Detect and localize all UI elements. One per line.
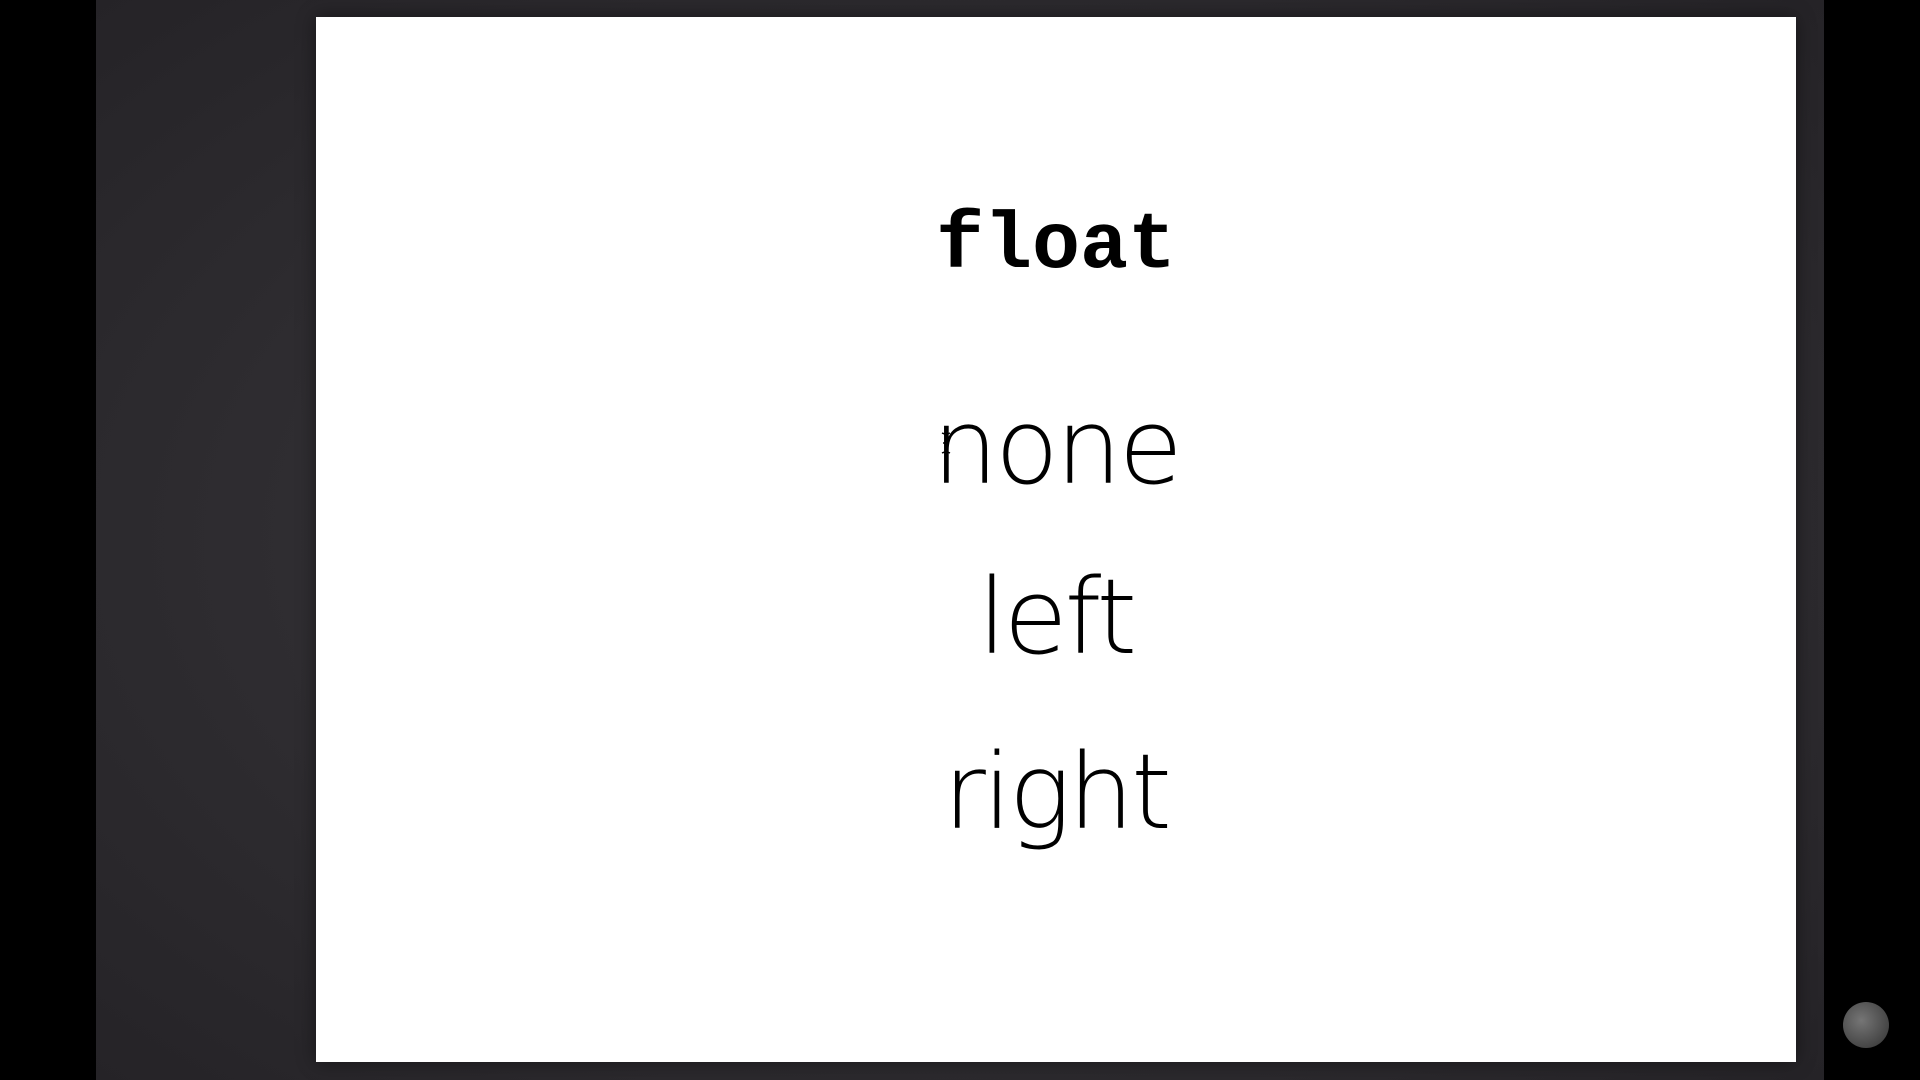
- option-left: left: [977, 556, 1137, 678]
- option-right: right: [943, 731, 1172, 853]
- channel-logo-icon[interactable]: [1843, 1002, 1889, 1048]
- text-cursor-icon: [941, 432, 951, 454]
- letterbox-left: [0, 0, 96, 1080]
- presentation-stage: float none left right: [96, 0, 1824, 1080]
- option-none: none: [932, 386, 1182, 508]
- letterbox-right: [1824, 0, 1920, 1080]
- slide: float none left right: [316, 17, 1796, 1062]
- slide-title: float: [935, 201, 1177, 292]
